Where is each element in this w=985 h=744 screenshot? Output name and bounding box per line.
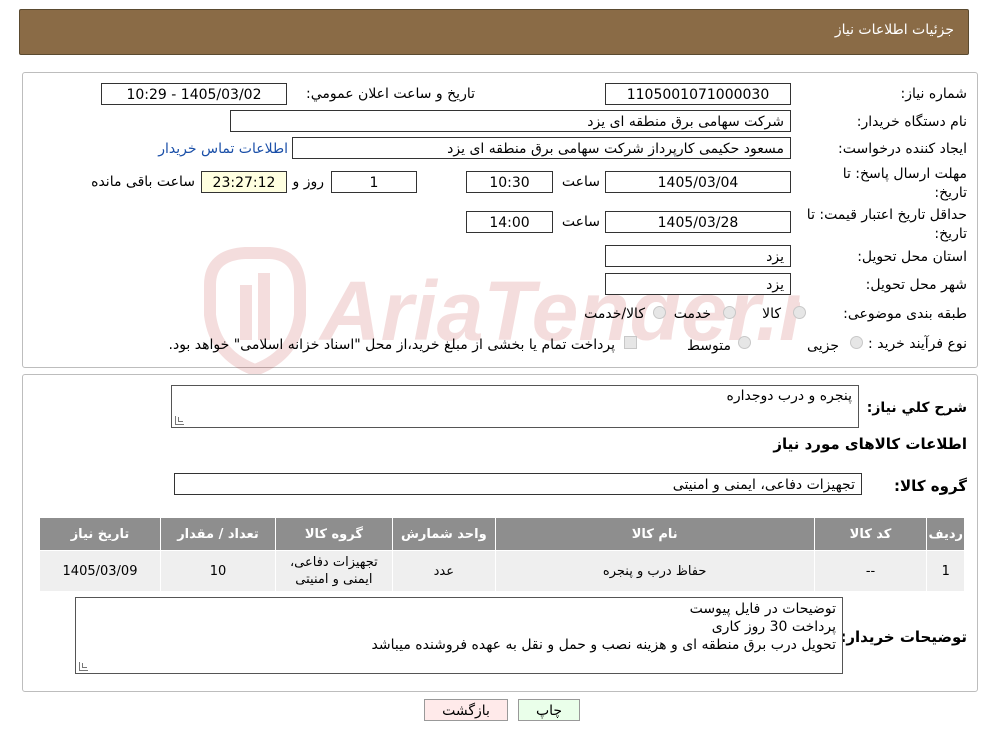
- cell-qty: 10: [160, 550, 276, 592]
- summary-textarea[interactable]: پنجره و درب دوجداره: [171, 385, 859, 428]
- print-button[interactable]: چاپ: [518, 699, 580, 721]
- process-medium-radio[interactable]: [738, 336, 751, 349]
- price-validity-time-label: ساعت: [561, 214, 600, 230]
- process-label: نوع فرآیند خرید :: [868, 336, 967, 352]
- category-goods-service-label: کالا/خدمت: [584, 306, 645, 322]
- price-validity-time-field: 14:00: [466, 211, 553, 233]
- need-number-field: 1105001071000030: [605, 83, 791, 105]
- goods-info-title: اطلاعات کالاهای مورد نیاز: [773, 435, 967, 453]
- category-goods-radio[interactable]: [793, 306, 806, 319]
- deadline-time-field: 10:30: [466, 171, 553, 193]
- col-group: گروه کالا: [274, 517, 393, 551]
- treasury-payment-checkbox[interactable]: [624, 336, 637, 349]
- summary-label: شرح كلي نياز:: [866, 400, 967, 416]
- buyer-note-line: تحویل درب برق منطقه ای و هزینه نصب و حمل…: [371, 637, 836, 653]
- remaining-time-field: 23:27:12: [201, 171, 287, 193]
- need-number-label: شماره نیاز:: [900, 86, 968, 102]
- deadline-date-field: 1405/03/04: [605, 171, 791, 193]
- city-field: یزد: [605, 273, 791, 295]
- process-medium-label: متوسط: [687, 338, 731, 354]
- province-field: یزد: [605, 245, 791, 267]
- category-service-radio[interactable]: [723, 306, 736, 319]
- cell-name: حفاظ درب و پنجره: [494, 550, 815, 592]
- buyer-notes-textarea[interactable]: توضیحات در فایل پیوست پرداخت 30 روز کاری…: [75, 597, 843, 674]
- back-button[interactable]: بازگشت: [424, 699, 508, 721]
- buyer-contact-link[interactable]: اطلاعات تماس خریدار: [158, 141, 288, 157]
- col-date: تاریخ نیاز: [39, 517, 161, 551]
- day-and-label: روز و: [292, 174, 325, 190]
- payment-note: پرداخت تمام یا بخشی از مبلغ خرید،از محل …: [168, 337, 615, 353]
- buyer-note-line: توضیحات در فایل پیوست: [689, 601, 836, 617]
- col-row: ردیف: [926, 517, 965, 551]
- creator-label: ایجاد کننده درخواست:: [838, 141, 967, 157]
- cell-group: تجهیزات دفاعی، ایمنی و امنیتی: [274, 550, 393, 592]
- buyer-notes-label: توضیحات خریدار:: [840, 628, 967, 646]
- cell-date: 1405/03/09: [39, 550, 161, 592]
- creator-field: مسعود حکیمی کارپرداز شرکت سهامی برق منطق…: [292, 137, 791, 159]
- cell-unit: عدد: [391, 550, 496, 592]
- city-label: شهر محل تحویل:: [865, 277, 967, 293]
- summary-text: پنجره و درب دوجداره: [726, 388, 853, 404]
- process-minor-radio[interactable]: [850, 336, 863, 349]
- process-minor-label: جزیی: [807, 338, 839, 354]
- cell-code: --: [813, 550, 928, 592]
- category-label: طبقه بندی موضوعی:: [843, 306, 967, 322]
- resize-grip-icon[interactable]: [175, 416, 184, 425]
- goods-group-label: گروه کالا:: [894, 477, 967, 495]
- deadline-label: مهلت ارسال پاسخ: تا تاریخ:: [842, 166, 967, 201]
- items-table: ردیف کد کالا نام کالا واحد شمارش گروه کا…: [39, 517, 965, 592]
- announce-label: تاريخ و ساعت اعلان عمومي:: [306, 86, 475, 102]
- announce-field: 1405/03/02 - 10:29: [101, 83, 287, 105]
- remaining-label: ساعت باقی مانده: [91, 174, 195, 190]
- remaining-days-field: 1: [331, 171, 417, 193]
- category-goods-label: کالا: [762, 306, 781, 322]
- buyer-org-label: نام دستگاه خریدار:: [856, 114, 967, 130]
- resize-grip-icon[interactable]: [79, 662, 88, 671]
- price-validity-label: حداقل تاریخ اعتبار قیمت: تا تاریخ:: [806, 207, 967, 242]
- deadline-time-label: ساعت: [561, 174, 600, 190]
- table-header-row: ردیف کد کالا نام کالا واحد شمارش گروه کا…: [39, 517, 965, 551]
- col-unit: واحد شمارش: [391, 517, 496, 551]
- buyer-note-line: پرداخت 30 روز کاری: [711, 619, 836, 635]
- buyer-org-field: شرکت سهامی برق منطقه ای یزد: [230, 110, 791, 132]
- price-validity-date-field: 1405/03/28: [605, 211, 791, 233]
- goods-group-field: تجهیزات دفاعی، ایمنی و امنیتی: [174, 473, 862, 495]
- page-title: جزئیات اطلاعات نیاز: [834, 22, 954, 38]
- col-code: کد کالا: [813, 517, 928, 551]
- table-row: 1 -- حفاظ درب و پنجره عدد تجهیزات دفاعی،…: [39, 550, 965, 592]
- col-qty: تعداد / مقدار: [160, 517, 276, 551]
- category-goods-service-radio[interactable]: [653, 306, 666, 319]
- category-service-label: خدمت: [673, 306, 711, 322]
- page-header: جزئیات اطلاعات نیاز: [19, 9, 969, 55]
- col-name: نام کالا: [494, 517, 815, 551]
- province-label: استان محل تحویل:: [857, 249, 967, 265]
- cell-row: 1: [926, 550, 965, 592]
